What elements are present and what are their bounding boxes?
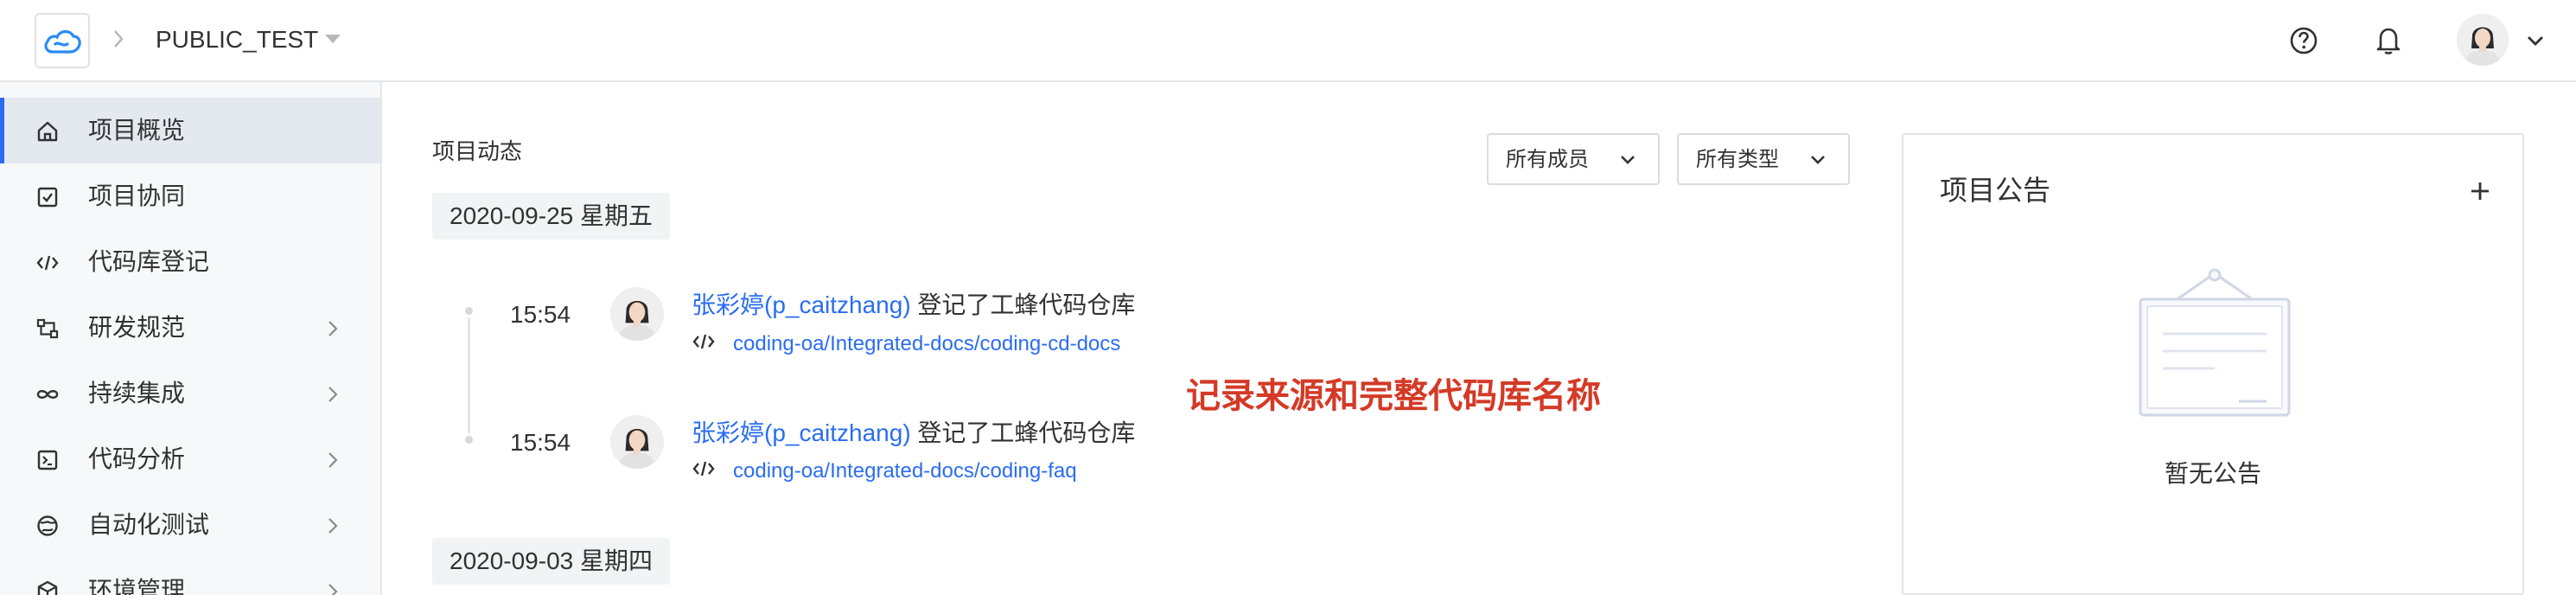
sidebar-item-label: 代码库登记 [88, 248, 210, 275]
chevron-right-icon [328, 518, 338, 534]
event-time: 15:54 [510, 301, 571, 328]
timeline-dot [462, 433, 475, 446]
chevron-right-icon [328, 387, 338, 402]
repo-path: coding-oa/Integrated-docs/coding-cd-docs [733, 332, 1121, 355]
chevron-right-icon [328, 452, 338, 468]
project-name[interactable]: PUBLIC_TEST [156, 25, 318, 54]
sidebar-item-environment[interactable]: 环境管理 [0, 558, 380, 595]
sidebar-item-label: 环境管理 [88, 577, 186, 595]
chevron-down-icon [1621, 156, 1635, 164]
event-time: 15:54 [510, 429, 571, 456]
chevron-down-icon[interactable] [2524, 29, 2547, 56]
event-description: 张彩婷(p_caitzhang) 登记了工蜂代码仓库 [692, 418, 1135, 449]
sidebar-item-label: 项目协同 [88, 182, 186, 209]
home-icon [35, 118, 61, 144]
member-filter-label: 所有成员 [1506, 148, 1589, 171]
activity-title: 项目动态 [432, 138, 523, 164]
sidebar-item-automated-testing[interactable]: 自动化测试 [0, 492, 380, 558]
repo-link[interactable]: coding-oa/Integrated-docs/coding-cd-docs [692, 331, 1120, 358]
test-icon [35, 513, 61, 539]
chevron-right-icon [328, 321, 338, 336]
repo-link[interactable]: coding-oa/Integrated-docs/coding-faq [692, 458, 1077, 485]
code-icon [692, 332, 717, 358]
sidebar-item-label: 自动化测试 [88, 511, 210, 538]
type-filter-label: 所有类型 [1696, 148, 1779, 171]
user-link[interactable]: 张彩婷(p_caitzhang) [692, 419, 911, 446]
announcement-panel: 项目公告 暂无公告 [1902, 133, 2524, 595]
type-filter-dropdown[interactable]: 所有类型 [1677, 133, 1850, 185]
code-icon [35, 250, 61, 276]
date-group-label: 2020-09-25 星期五 [432, 193, 671, 240]
annotation-text: 记录来源和完整代码库名称 [1186, 377, 1601, 415]
cube-icon [35, 579, 61, 595]
bell-icon[interactable] [2369, 21, 2408, 61]
sidebar-item-overview[interactable]: 项目概览 [0, 98, 380, 163]
sidebar-item-label: 持续集成 [88, 380, 186, 406]
avatar[interactable] [2457, 14, 2509, 66]
empty-state-text: 暂无公告 [2164, 460, 2261, 487]
sidebar-item-label: 代码分析 [88, 445, 186, 472]
sidebar-item-repo-registration[interactable]: 代码库登记 [0, 229, 380, 295]
chevron-down-icon [1811, 156, 1825, 164]
sidebar: 项目概览 项目协同 代码库登记 研发规范 持续集成 代码分析 自动化测试 环境管… [0, 82, 382, 595]
flow-icon [35, 316, 61, 342]
member-filter-dropdown[interactable]: 所有成员 [1487, 133, 1660, 185]
empty-board-icon [2137, 265, 2292, 420]
sidebar-item-label: 项目概览 [88, 117, 186, 144]
plus-icon[interactable] [2465, 176, 2495, 206]
top-bar: PUBLIC_TEST [0, 0, 2576, 82]
event-action: 登记了工蜂代码仓库 [910, 291, 1136, 318]
avatar[interactable] [610, 415, 664, 469]
cloud-logo-icon[interactable] [35, 13, 90, 68]
timeline-line [468, 310, 470, 439]
help-icon[interactable] [2284, 21, 2324, 61]
sidebar-item-dev-standards[interactable]: 研发规范 [0, 295, 380, 361]
event-action: 登记了工蜂代码仓库 [910, 419, 1136, 446]
chevron-right-icon [328, 584, 338, 595]
user-link[interactable]: 张彩婷(p_caitzhang) [692, 291, 911, 318]
checkbox-icon [35, 184, 61, 210]
announcement-title: 项目公告 [1940, 175, 2051, 206]
sidebar-item-code-analysis[interactable]: 代码分析 [0, 426, 380, 492]
event-description: 张彩婷(p_caitzhang) 登记了工蜂代码仓库 [692, 290, 1135, 321]
infinity-icon [35, 381, 61, 407]
sidebar-item-collaboration[interactable]: 项目协同 [0, 163, 380, 229]
terminal-icon [35, 447, 61, 473]
caret-down-icon[interactable] [325, 35, 341, 43]
repo-path: coding-oa/Integrated-docs/coding-faq [733, 459, 1077, 483]
sidebar-item-ci[interactable]: 持续集成 [0, 361, 380, 426]
chevron-right-icon [111, 26, 128, 59]
timeline-dot [462, 304, 475, 317]
date-group-label: 2020-09-03 星期四 [432, 538, 671, 585]
avatar[interactable] [610, 287, 664, 341]
sidebar-item-label: 研发规范 [88, 314, 186, 341]
code-icon [692, 459, 717, 485]
